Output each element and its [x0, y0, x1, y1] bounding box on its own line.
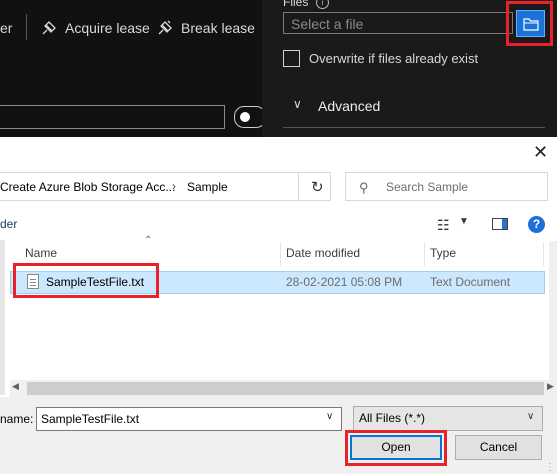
- portal-text-input[interactable]: [0, 105, 225, 129]
- file-name-input[interactable]: SampleTestFile.txt: [36, 407, 342, 431]
- file-highlight-box: [13, 263, 159, 298]
- chevron-right-icon[interactable]: ›: [172, 179, 176, 193]
- search-input[interactable]: Search Sample: [386, 180, 468, 194]
- advanced-section-toggle[interactable]: Advanced: [318, 98, 380, 114]
- files-label: Files: [283, 0, 309, 9]
- address-current-folder[interactable]: Sample: [187, 180, 228, 194]
- chevron-down-icon[interactable]: ▼: [459, 216, 469, 227]
- resize-grip-icon[interactable]: ⋮⋮: [545, 462, 557, 473]
- chevron-down-icon[interactable]: ∨: [293, 97, 302, 111]
- refresh-icon[interactable]: ↻: [311, 178, 324, 196]
- scroll-right-icon[interactable]: ▶: [547, 381, 554, 392]
- acquire-lease-button[interactable]: Acquire lease: [65, 20, 150, 36]
- toolbar-separator: [26, 14, 27, 40]
- folder-icon: [523, 18, 539, 31]
- cancel-button[interactable]: Cancel: [455, 435, 542, 460]
- column-header-type[interactable]: Type: [430, 246, 456, 270]
- break-lease-button[interactable]: Break lease: [181, 20, 255, 36]
- acquire-lease-icon: [40, 19, 58, 40]
- file-date-cell: 28-02-2021 05:08 PM: [286, 275, 403, 289]
- address-path-segment[interactable]: Create Azure Blob Storage Acc...: [0, 180, 175, 194]
- search-icon: ⚲: [359, 180, 369, 195]
- navigation-pane-edge: [0, 240, 5, 395]
- divider: [283, 127, 545, 128]
- divider: [298, 173, 299, 200]
- close-icon[interactable]: ✕: [533, 142, 548, 163]
- browse-files-button[interactable]: [516, 10, 545, 37]
- file-name-label: name:: [0, 412, 34, 426]
- file-select-input[interactable]: Select a file: [283, 12, 513, 34]
- sort-up-icon: ⌃: [144, 235, 153, 246]
- break-lease-icon: [156, 19, 174, 40]
- new-folder-button[interactable]: der: [0, 217, 17, 231]
- scroll-left-icon[interactable]: ◀: [12, 381, 19, 392]
- view-options-icon[interactable]: ☷: [437, 217, 450, 234]
- file-type-cell: Text Document: [430, 275, 511, 289]
- file-type-select[interactable]: All Files (*.*): [353, 406, 543, 431]
- preview-pane-icon[interactable]: [492, 218, 508, 230]
- overwrite-label: Overwrite if files already exist: [309, 51, 479, 66]
- chevron-down-icon[interactable]: ∨: [326, 411, 333, 422]
- help-icon[interactable]: ?: [528, 216, 545, 233]
- column-divider[interactable]: [424, 242, 425, 266]
- scrollbar-thumb[interactable]: [27, 382, 544, 395]
- column-header-date[interactable]: Date modified: [286, 246, 360, 270]
- chevron-down-icon[interactable]: ∨: [527, 411, 534, 422]
- vertical-scrollbar[interactable]: [549, 241, 557, 391]
- open-highlight-box: [345, 430, 447, 466]
- overwrite-checkbox[interactable]: [283, 50, 300, 67]
- toggle-knob: [240, 112, 250, 122]
- column-divider[interactable]: [543, 242, 544, 266]
- toolbar-item-partial[interactable]: er: [0, 20, 12, 36]
- column-divider[interactable]: [280, 242, 281, 266]
